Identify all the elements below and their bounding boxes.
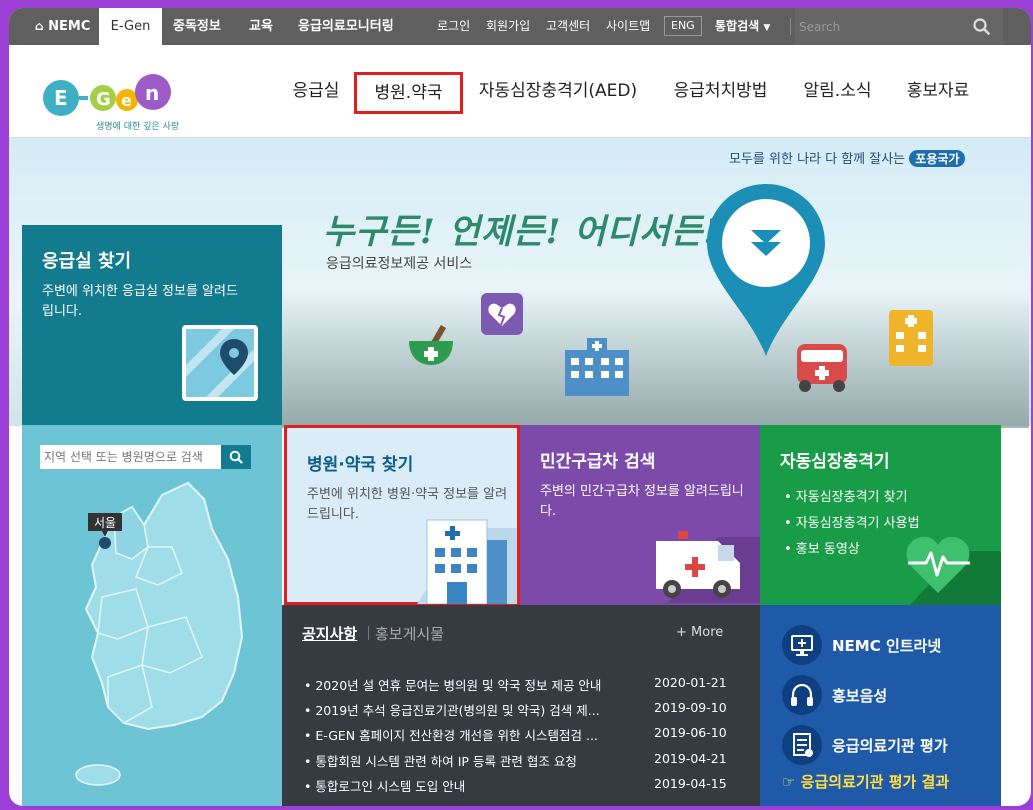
education-tab[interactable]: 교육 <box>249 8 273 45</box>
notice-date: 2019-06-10 <box>654 725 727 740</box>
aed-tile: 자동심장충격기 • 자동심장충격기 찾기 • 자동심장충격기 사용법 • 홍보 … <box>760 425 1001 605</box>
tab-promo-posts[interactable]: 홍보게시물 <box>375 623 444 644</box>
ambulance-search-title: 민간구급차 검색 <box>540 452 656 472</box>
more-link[interactable]: + More <box>676 625 723 640</box>
logo-tagline: 생명에 대한 깊은 사랑 <box>96 122 180 132</box>
egen-tab[interactable]: E-Gen <box>99 8 162 45</box>
nemc-label: NEMC <box>48 19 91 34</box>
tab-notice[interactable]: 공지사항 <box>302 623 357 644</box>
notice-date: 2019-04-21 <box>654 751 727 766</box>
clinic-building-icon <box>889 310 933 366</box>
hospital-icon <box>417 519 517 604</box>
divider <box>790 18 791 35</box>
notice-date: 2020-01-21 <box>654 675 727 690</box>
aed-find-link[interactable]: • 자동심장충격기 찾기 <box>784 485 920 511</box>
gnb-er[interactable]: 응급실 <box>291 77 341 105</box>
svg-text:G: G <box>96 89 111 110</box>
gnb-first-aid[interactable]: 응급처치방법 <box>668 77 773 105</box>
korea-map[interactable]: 서울 <box>62 477 262 797</box>
sitemap-link[interactable]: 사이트맵 <box>606 8 650 45</box>
gnb-aed[interactable]: 자동심장충격기(AED) <box>475 77 641 105</box>
hospital-finder-title: 병원·약국 찾기 <box>307 455 414 475</box>
private-ambulance-search-tile[interactable]: 민간구급차 검색 주변의 민간구급차 정보를 알려드립니다. <box>520 425 760 605</box>
monitoring-tab[interactable]: 응급의료모니터링 <box>298 8 394 45</box>
logo-mark-icon: E G e n <box>43 74 171 116</box>
evaluation-result-link[interactable]: ☞ 응급의료기관 평가 결과 <box>782 771 949 792</box>
caret-down-icon: ▼ <box>763 23 771 33</box>
addiction-tab[interactable]: 중독정보 <box>173 8 221 45</box>
map-pin-icon <box>707 184 825 356</box>
notice-item[interactable]: • 통합회원 시스템 관련 하여 IP 등록 관련 협조 요청 <box>304 751 577 770</box>
login-link[interactable]: 로그인 <box>437 8 470 45</box>
svg-text:E: E <box>54 86 68 110</box>
egen-logo[interactable]: E G e n 생명에 대한 깊은 사랑 <box>41 70 180 135</box>
region-map-panel: 서울 <box>22 425 282 806</box>
heart-pulse-icon <box>906 536 1001 605</box>
monitor-icon <box>782 625 822 665</box>
search-icon <box>229 450 243 464</box>
seoul-label: 서울 <box>94 516 116 530</box>
notice-item[interactable]: • E-GEN 홈페이지 전산환경 개선을 위한 시스템점검 ... <box>304 725 598 744</box>
evaluation-label: 응급의료기관 평가 <box>832 737 948 755</box>
gnb-news[interactable]: 알림.소식 <box>800 77 875 105</box>
svg-text:e: e <box>121 91 132 110</box>
region-search-input[interactable] <box>40 445 221 469</box>
gnb-hospital-pharmacy[interactable]: 병원.약국 <box>354 72 463 114</box>
integrated-search-label: 통합검색 <box>715 19 760 33</box>
notice-item[interactable]: • 통합로그인 시스템 도입 안내 <box>304 776 465 795</box>
site-header: E G e n 생명에 대한 깊은 사랑 응급실 병원.약국 자동심장충격기(A… <box>9 45 1031 138</box>
region-search-button[interactable] <box>221 445 251 469</box>
notice-date: 2019-09-10 <box>654 700 727 715</box>
top-search-box <box>795 8 1003 45</box>
top-search-input[interactable] <box>799 17 964 36</box>
search-icon[interactable] <box>973 18 990 35</box>
hero-tagline: 모두를 위한 나라 다 함께 잘사는 포용국가 <box>729 148 966 167</box>
document-icon <box>782 725 822 765</box>
signup-link[interactable]: 회원가입 <box>486 8 530 45</box>
notice-item[interactable]: • 2019년 추석 응급진료기관(병의원 및 약국) 검색 제... <box>304 700 600 719</box>
quick-links-panel: NEMC 인트라넷 홍보음성 응급의료기관 평가 ☞ 응급의료기관 평가 결과 <box>760 605 1001 806</box>
er-finder-panel[interactable]: 응급실 찾기 주변에 위치한 응급실 정보를 알려드립니다. <box>22 225 282 435</box>
promo-audio-label: 홍보음성 <box>832 687 888 705</box>
notice-item[interactable]: • 2020년 설 연휴 문여는 병의원 및 약국 정보 제공 안내 <box>304 675 601 694</box>
svg-text:n: n <box>145 81 159 105</box>
headphones-icon <box>782 675 822 715</box>
hero-slogan: 누구든! 언제든! 어디서든! <box>323 212 720 252</box>
tab-divider <box>368 626 369 640</box>
notice-date: 2019-04-15 <box>654 776 727 791</box>
hero-tagline-badge: 포용국가 <box>909 150 966 167</box>
page-frame: ⌂ NEMC E-Gen 중독정보 교육 응급의료모니터링 로그인 회원가입 고… <box>9 8 1031 806</box>
eng-button[interactable]: ENG <box>664 16 702 36</box>
home-icon: ⌂ <box>35 19 44 33</box>
aed-title: 자동심장충격기 <box>780 452 890 472</box>
ambulance-hero-icon <box>797 344 847 392</box>
nemc-tab[interactable]: ⌂ NEMC <box>31 8 99 45</box>
ambulance-search-desc: 주변의 민간구급차 정보를 알려드립니다. <box>540 484 744 519</box>
support-link[interactable]: 고객센터 <box>546 8 590 45</box>
top-utility-bar: ⌂ NEMC E-Gen 중독정보 교육 응급의료모니터링 로그인 회원가입 고… <box>9 8 1031 45</box>
gnb-promotion[interactable]: 홍보자료 <box>903 77 973 105</box>
map-location-icon <box>182 325 258 401</box>
ambulance-icon <box>656 531 760 603</box>
pharmacy-icon <box>409 324 453 365</box>
hero-slogan-sub: 응급의료정보제공 서비스 <box>326 256 473 272</box>
hospital-pharmacy-finder-tile[interactable]: 병원·약국 찾기 주변에 위치한 병원·약국 정보를 알려드립니다. <box>284 425 520 605</box>
intranet-label: NEMC 인트라넷 <box>832 637 942 655</box>
integrated-search-dropdown[interactable]: 통합검색 ▼ <box>715 8 770 45</box>
er-finder-title: 응급실 찾기 <box>42 251 132 272</box>
hospital-building-icon <box>565 338 629 396</box>
er-finder-desc: 주변에 위치한 응급실 정보를 알려드립니다. <box>42 284 238 319</box>
broken-heart-icon <box>481 293 523 335</box>
notice-board: 공지사항 홍보게시물 + More • 2020년 설 연휴 문여는 병의원 및… <box>282 605 760 806</box>
hero-tagline-prefix: 모두를 위한 나라 다 함께 잘사는 <box>729 152 906 167</box>
